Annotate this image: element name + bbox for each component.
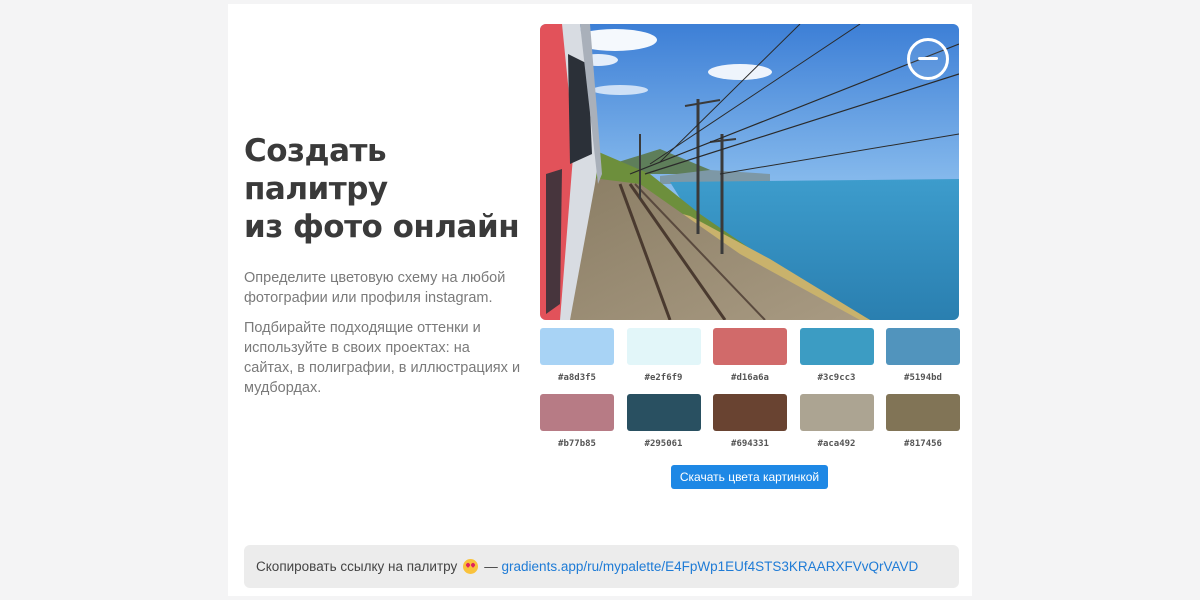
railway-sea-photo [540, 24, 959, 320]
title-line-1: Создать палитру [244, 133, 388, 207]
color-swatch[interactable]: #817456 [886, 394, 960, 449]
palette-swatches: #a8d3f5 #e2f6f9 #d16a6a #3c9cc3 #5194bd #b77b… [540, 328, 960, 449]
color-swatch[interactable]: #5194bd [886, 328, 960, 383]
description-1: Определите цветовую схему на любой фотог… [244, 270, 506, 306]
color-swatch[interactable]: #aca492 [799, 394, 874, 449]
color-chip[interactable] [540, 328, 614, 365]
color-hex-label: #694331 [731, 439, 769, 449]
description-2: Подбирайте подходящие оттенки и использу… [244, 320, 521, 396]
color-chip[interactable] [886, 328, 960, 365]
source-photo[interactable] [540, 24, 959, 320]
color-swatch[interactable]: #a8d3f5 [540, 328, 614, 383]
color-hex-label: #aca492 [817, 439, 856, 449]
color-hex-label: #a8d3f5 [558, 373, 596, 383]
color-chip[interactable] [713, 328, 787, 365]
share-link[interactable]: gradients.app/ru/mypalette/E4FpWp1EUf4ST… [502, 559, 919, 574]
color-hex-label: #d16a6a [731, 373, 769, 383]
color-chip[interactable] [799, 394, 874, 431]
share-dash: — [484, 559, 498, 574]
color-swatch[interactable]: #295061 [626, 394, 701, 449]
color-hex-label: #295061 [644, 439, 683, 449]
color-swatch[interactable]: #b77b85 [540, 394, 614, 449]
color-swatch[interactable]: #d16a6a [713, 328, 787, 383]
color-swatch[interactable]: #e2f6f9 [626, 328, 701, 383]
hero-text: Создать палитру из фото онлайн Определит… [244, 132, 522, 398]
star-struck-emoji-icon [463, 559, 479, 574]
color-chip[interactable] [540, 394, 614, 431]
color-swatch[interactable]: #3c9cc3 [799, 328, 874, 383]
palette-card: Создать палитру из фото онлайн Определит… [228, 4, 972, 596]
color-hex-label: #e2f6f9 [644, 373, 683, 383]
share-text: Скопировать ссылку на палитру [256, 559, 458, 574]
color-chip[interactable] [626, 328, 701, 365]
color-hex-label: #b77b85 [558, 439, 596, 449]
download-colors-button[interactable]: Скачать цвета картинкой [671, 465, 828, 489]
share-bar: Скопировать ссылку на палитру — gradient… [244, 545, 959, 588]
color-chip[interactable] [799, 328, 874, 365]
color-chip[interactable] [886, 394, 960, 431]
color-hex-label: #5194bd [904, 373, 942, 383]
color-hex-label: #3c9cc3 [817, 373, 856, 383]
title-line-2: из фото онлайн [244, 209, 520, 245]
color-chip[interactable] [713, 394, 787, 431]
color-chip[interactable] [626, 394, 701, 431]
page-title: Создать палитру из фото онлайн [244, 132, 522, 246]
zoom-out-icon[interactable] [907, 38, 949, 80]
color-swatch[interactable]: #694331 [713, 394, 787, 449]
color-hex-label: #817456 [904, 439, 942, 449]
